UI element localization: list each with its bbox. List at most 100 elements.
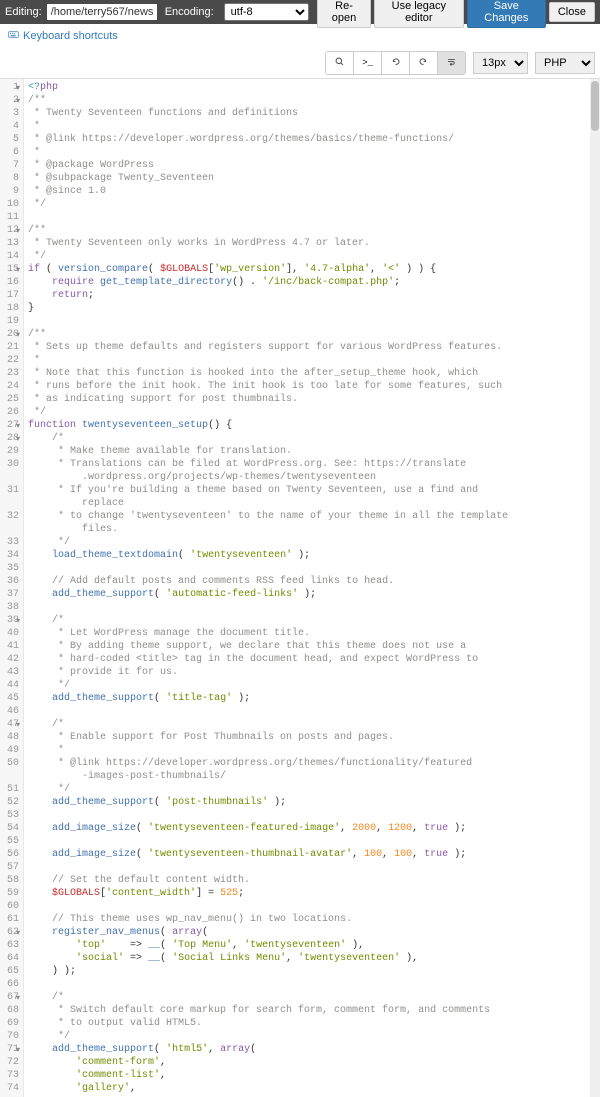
code-line[interactable]: [28, 601, 596, 614]
code-line[interactable]: add_theme_support( 'html5', array(: [28, 1043, 596, 1056]
save-button[interactable]: Save Changes: [467, 0, 546, 28]
code-line[interactable]: * @since 1.0: [28, 185, 596, 198]
wrap-button[interactable]: [438, 52, 465, 74]
code-line[interactable]: *: [28, 120, 596, 133]
code-line[interactable]: *: [28, 354, 596, 367]
code-line[interactable]: /**: [28, 224, 596, 237]
line-number: [2, 497, 19, 510]
code-line[interactable]: function twentyseventeen_setup() {: [28, 419, 596, 432]
code-area[interactable]: <?php/** * Twenty Seventeen functions an…: [24, 79, 600, 1097]
code-line[interactable]: */: [28, 783, 596, 796]
undo-button[interactable]: [382, 52, 410, 74]
code-line[interactable]: 'top' => __( 'Top Menu', 'twentyseventee…: [28, 939, 596, 952]
line-number: 13: [2, 237, 19, 250]
code-line[interactable]: * Note that this function is hooked into…: [28, 367, 596, 380]
fontsize-select[interactable]: 13px: [473, 52, 528, 74]
code-line[interactable]: 'social' => __( 'Social Links Menu', 'tw…: [28, 952, 596, 965]
language-select[interactable]: PHP: [535, 52, 595, 74]
code-line[interactable]: [28, 211, 596, 224]
code-line[interactable]: * Twenty Seventeen functions and definit…: [28, 107, 596, 120]
code-line[interactable]: * as indicating support for post thumbna…: [28, 393, 596, 406]
code-line[interactable]: */: [28, 536, 596, 549]
code-line[interactable]: require get_template_directory() . '/inc…: [28, 276, 596, 289]
line-number: 16: [2, 276, 19, 289]
code-line[interactable]: <?php: [28, 81, 596, 94]
code-line[interactable]: -images-post-thumbnails/: [28, 770, 596, 783]
code-line[interactable]: *: [28, 146, 596, 159]
code-line[interactable]: [28, 978, 596, 991]
code-line[interactable]: if ( version_compare( $GLOBALS['wp_versi…: [28, 263, 596, 276]
code-line[interactable]: * Make theme available for translation.: [28, 445, 596, 458]
code-line[interactable]: add_theme_support( 'title-tag' );: [28, 692, 596, 705]
code-line[interactable]: * Sets up theme defaults and registers s…: [28, 341, 596, 354]
code-line[interactable]: add_theme_support( 'post-thumbnails' );: [28, 796, 596, 809]
code-line[interactable]: * Let WordPress manage the document titl…: [28, 627, 596, 640]
reopen-button[interactable]: Re-open: [317, 0, 371, 28]
redo-button[interactable]: [410, 52, 438, 74]
legacy-editor-button[interactable]: Use legacy editor: [374, 0, 464, 28]
code-line[interactable]: /*: [28, 432, 596, 445]
encoding-select[interactable]: utf-8: [224, 3, 310, 21]
code-line[interactable]: */: [28, 679, 596, 692]
code-line[interactable]: * @link https://developer.wordpress.org/…: [28, 757, 596, 770]
code-line[interactable]: }: [28, 302, 596, 315]
code-line[interactable]: * to change 'twentyseventeen' to the nam…: [28, 510, 596, 523]
code-line[interactable]: * @package WordPress: [28, 159, 596, 172]
code-line[interactable]: // This theme uses wp_nav_menu() in two …: [28, 913, 596, 926]
code-line[interactable]: [28, 809, 596, 822]
code-line[interactable]: [28, 861, 596, 874]
code-line[interactable]: 'comment-list',: [28, 1069, 596, 1082]
code-line[interactable]: ) );: [28, 965, 596, 978]
code-line[interactable]: * Switch default core markup for search …: [28, 1004, 596, 1017]
code-line[interactable]: 'comment-form',: [28, 1056, 596, 1069]
code-editor[interactable]: 1▾2▾3456789101112▾131415▾1617181920▾2122…: [0, 79, 600, 1097]
code-line[interactable]: load_theme_textdomain( 'twentyseventeen'…: [28, 549, 596, 562]
code-line[interactable]: .wordpress.org/projects/wp-themes/twenty…: [28, 471, 596, 484]
code-line[interactable]: /**: [28, 328, 596, 341]
code-line[interactable]: /*: [28, 991, 596, 1004]
code-line[interactable]: [28, 315, 596, 328]
close-button[interactable]: Close: [549, 2, 595, 22]
code-line[interactable]: /**: [28, 94, 596, 107]
code-line[interactable]: [28, 835, 596, 848]
line-number: 41: [2, 640, 19, 653]
code-line[interactable]: // Add default posts and comments RSS fe…: [28, 575, 596, 588]
code-line[interactable]: * provide it for us.: [28, 666, 596, 679]
code-line[interactable]: $GLOBALS['content_width'] = 525;: [28, 887, 596, 900]
code-line[interactable]: replace: [28, 497, 596, 510]
code-line[interactable]: register_nav_menus( array(: [28, 926, 596, 939]
code-line[interactable]: */: [28, 406, 596, 419]
wrap-icon: [446, 56, 457, 70]
code-line[interactable]: * Twenty Seventeen only works in WordPre…: [28, 237, 596, 250]
code-line[interactable]: * By adding theme support, we declare th…: [28, 640, 596, 653]
file-path-input[interactable]: [47, 4, 157, 20]
code-line[interactable]: [28, 900, 596, 913]
code-line[interactable]: // Set the default content width.: [28, 874, 596, 887]
scrollbar-thumb[interactable]: [591, 81, 599, 131]
code-line[interactable]: * runs before the init hook. The init ho…: [28, 380, 596, 393]
code-line[interactable]: add_image_size( 'twentyseventeen-feature…: [28, 822, 596, 835]
code-line[interactable]: * Translations can be filed at WordPress…: [28, 458, 596, 471]
code-line[interactable]: * to output valid HTML5.: [28, 1017, 596, 1030]
code-line[interactable]: 'gallery',: [28, 1082, 596, 1095]
code-line[interactable]: */: [28, 1030, 596, 1043]
code-line[interactable]: * Enable support for Post Thumbnails on …: [28, 731, 596, 744]
code-line[interactable]: * hard-coded <title> tag in the document…: [28, 653, 596, 666]
code-line[interactable]: * @link https://developer.wordpress.org/…: [28, 133, 596, 146]
code-line[interactable]: add_theme_support( 'automatic-feed-links…: [28, 588, 596, 601]
code-line[interactable]: add_image_size( 'twentyseventeen-thumbna…: [28, 848, 596, 861]
terminal-button[interactable]: >_: [354, 52, 382, 74]
keyboard-shortcuts-link[interactable]: Keyboard shortcuts: [8, 29, 118, 43]
code-line[interactable]: */: [28, 250, 596, 263]
code-line[interactable]: * @subpackage Twenty_Seventeen: [28, 172, 596, 185]
code-line[interactable]: /*: [28, 718, 596, 731]
code-line[interactable]: files.: [28, 523, 596, 536]
search-button[interactable]: [326, 52, 354, 74]
code-line[interactable]: *: [28, 744, 596, 757]
vertical-scrollbar[interactable]: [590, 79, 600, 1097]
code-line[interactable]: * If you're building a theme based on Tw…: [28, 484, 596, 497]
code-line[interactable]: return;: [28, 289, 596, 302]
code-line[interactable]: [28, 705, 596, 718]
code-line[interactable]: */: [28, 198, 596, 211]
code-line[interactable]: [28, 562, 596, 575]
